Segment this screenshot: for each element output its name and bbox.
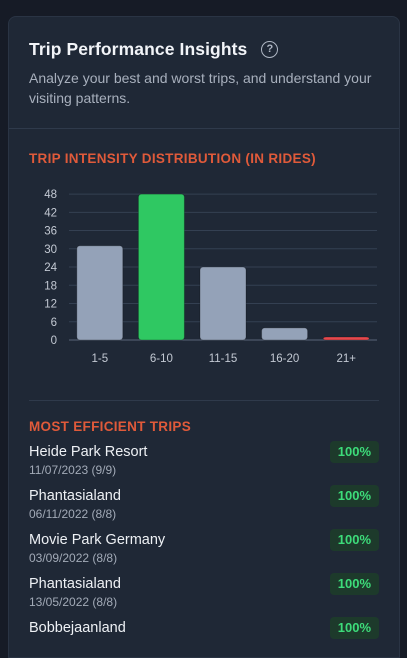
y-tick-label: 6 bbox=[51, 317, 57, 329]
y-tick-label: 0 bbox=[51, 335, 57, 347]
x-tick-label: 21+ bbox=[336, 353, 356, 365]
trip-meta: 03/09/2022 (8/8) bbox=[29, 551, 118, 565]
intensity-chart-svg: 0 6 12 18 24 30 36 42 48 1-5 6-10 11-15 16-20 21+ bbox=[44, 189, 377, 365]
card-subtitle: Analyze your best and worst trips, and u… bbox=[29, 70, 372, 106]
trip-name: Bobbejaanland bbox=[29, 620, 126, 636]
trip-name: Movie Park Germany bbox=[29, 532, 166, 548]
bar-16-20 bbox=[261, 327, 309, 341]
trip-meta: 13/05/2022 (8/8) bbox=[29, 595, 118, 609]
x-tick-label: 1-5 bbox=[91, 353, 108, 365]
insights-card: Trip Performance Insights ? Analyze your… bbox=[8, 16, 400, 658]
efficiency-badge: 100% bbox=[329, 617, 379, 639]
efficiency-badge: 100% bbox=[329, 441, 379, 463]
y-tick-label: 48 bbox=[44, 189, 57, 201]
card-title: Trip Performance Insights bbox=[29, 39, 248, 59]
bar-21+ bbox=[322, 336, 370, 341]
y-tick-label: 24 bbox=[44, 262, 57, 274]
x-tick-label: 11-15 bbox=[209, 353, 238, 365]
list-item[interactable]: Phantasialand 13/05/2022 (8/8) 100% bbox=[29, 573, 379, 619]
list-item[interactable]: Movie Park Germany 03/09/2022 (8/8) 100% bbox=[29, 529, 379, 575]
bar-11-15 bbox=[199, 266, 247, 341]
efficiency-badge: 100% bbox=[329, 485, 379, 507]
y-tick-label: 12 bbox=[44, 299, 57, 311]
list-item[interactable]: Phantasialand 06/11/2022 (8/8) 100% bbox=[29, 485, 379, 531]
trip-meta: 11/07/2023 (9/9) bbox=[29, 463, 117, 477]
efficient-trips-list: Heide Park Resort 11/07/2023 (9/9) 100% … bbox=[29, 441, 379, 657]
y-tick-label: 30 bbox=[44, 244, 57, 256]
y-tick-label: 42 bbox=[44, 207, 57, 219]
question-circle-icon[interactable]: ? bbox=[261, 41, 279, 58]
x-tick-label: 16-20 bbox=[270, 353, 299, 365]
bar-1-5 bbox=[76, 245, 124, 341]
efficient-heading: MOST EFFICIENT TRIPS bbox=[29, 419, 192, 434]
list-item[interactable]: Bobbejaanland 100% bbox=[29, 617, 379, 657]
efficiency-badge: 100% bbox=[329, 573, 379, 595]
card-header: Trip Performance Insights ? Analyze your… bbox=[9, 17, 399, 129]
distribution-heading: TRIP INTENSITY DISTRIBUTION (IN RIDES) bbox=[29, 151, 316, 166]
x-tick-label: 6-10 bbox=[150, 353, 173, 365]
trip-name: Heide Park Resort bbox=[29, 444, 148, 460]
efficiency-badge: 100% bbox=[329, 529, 379, 551]
y-tick-label: 18 bbox=[44, 280, 57, 292]
trip-meta: 06/11/2022 (8/8) bbox=[29, 507, 117, 521]
efficient-section: MOST EFFICIENT TRIPS Heide Park Resort 1… bbox=[9, 401, 399, 657]
distribution-section: TRIP INTENSITY DISTRIBUTION (IN RIDES) 0… bbox=[9, 129, 399, 376]
list-item[interactable]: Heide Park Resort 11/07/2023 (9/9) 100% bbox=[29, 441, 379, 487]
bar-6-10 bbox=[137, 193, 185, 341]
trip-name: Phantasialand bbox=[29, 488, 121, 504]
trip-name: Phantasialand bbox=[29, 576, 121, 592]
intensity-chart: 0 6 12 18 24 30 36 42 48 1-5 6-10 11-15 16-20 21+ bbox=[29, 176, 379, 376]
y-tick-label: 36 bbox=[44, 226, 57, 238]
